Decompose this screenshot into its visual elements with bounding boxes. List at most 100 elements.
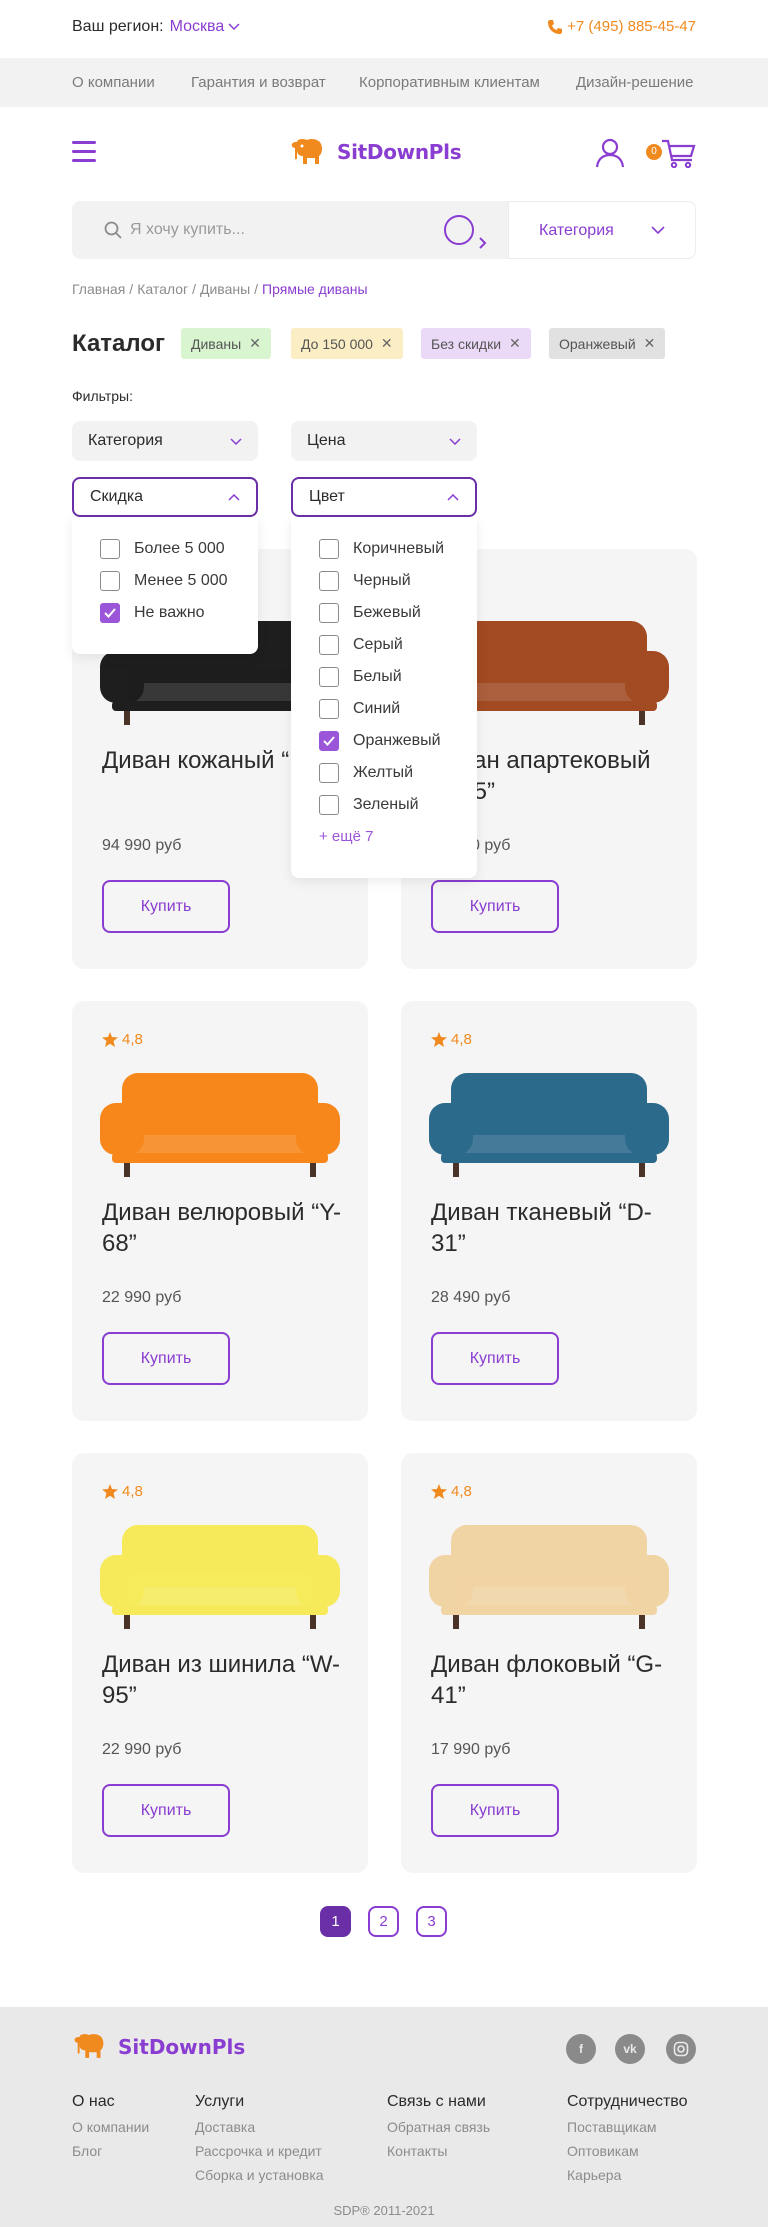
checkbox[interactable] <box>319 635 339 655</box>
phone-link[interactable]: +7 (495) 885-45-47 <box>547 18 696 35</box>
checkbox[interactable] <box>319 731 339 751</box>
search-submit-button[interactable] <box>444 215 487 249</box>
checkbox[interactable] <box>319 539 339 559</box>
footer-column: Услуги Доставка Рассрочка и кредит Сборка и… <box>195 2093 324 2187</box>
buy-button[interactable]: Купить <box>102 880 230 933</box>
filter-option[interactable]: Коричневый <box>319 539 444 559</box>
checkbox[interactable] <box>319 571 339 591</box>
close-icon[interactable]: ✕ <box>249 335 261 352</box>
footer-link[interactable]: Карьера <box>567 2163 688 2187</box>
checkbox[interactable] <box>319 667 339 687</box>
footer-link[interactable]: Рассрочка и кредит <box>195 2139 324 2163</box>
page-button-1[interactable]: 1 <box>320 1906 351 1937</box>
color-options-panel: + ещё 7 Коричневый Черный Бежевый Серый Белы… <box>291 517 477 878</box>
footer-column: Сотрудничество Поставщикам Оптовикам Карьер… <box>567 2093 688 2187</box>
footer-link[interactable]: Сборка и установка <box>195 2163 324 2187</box>
filter-option[interactable]: Менее 5 000 <box>100 571 228 591</box>
product-title[interactable]: Диван флоковый “G-41” <box>431 1649 681 1711</box>
burger-menu-icon[interactable] <box>72 141 96 165</box>
product-title[interactable]: Диван велюровый “Y-68” <box>102 1197 352 1259</box>
footer-link[interactable]: Контакты <box>387 2139 490 2163</box>
breadcrumb-current: Прямые диваны <box>262 281 368 297</box>
region-city[interactable]: Москва <box>170 18 241 36</box>
show-more-colors-link[interactable]: + ещё 7 <box>319 828 373 845</box>
product-card[interactable]: 4,8 Диван велюровый “Y-68” 22 990 руб Купит… <box>72 1001 368 1421</box>
checkbox[interactable] <box>319 763 339 783</box>
filter-option-label: Коричневый <box>353 540 445 557</box>
star-icon <box>431 1484 447 1499</box>
page-button-3[interactable]: 3 <box>416 1906 447 1937</box>
filter-option[interactable]: Оранжевый <box>319 731 441 751</box>
product-title[interactable]: Диван из шинила “W-95” <box>102 1649 352 1711</box>
footer-column-heading: Услуги <box>195 2093 245 2110</box>
close-icon[interactable]: ✕ <box>644 335 656 352</box>
footer-link[interactable]: О компании <box>72 2115 149 2139</box>
footer-link[interactable]: Доставка <box>195 2115 324 2139</box>
facebook-icon[interactable]: f <box>566 2034 596 2064</box>
instagram-icon[interactable] <box>666 2034 696 2064</box>
breadcrumb-catalog[interactable]: Каталог <box>137 281 188 297</box>
checkbox[interactable] <box>100 571 120 591</box>
menu-item-warranty[interactable]: Гарантия и возврат <box>191 74 326 91</box>
filter-option[interactable]: Более 5 000 <box>100 539 225 559</box>
color-filter-select[interactable]: Цвет <box>291 477 477 517</box>
close-icon[interactable]: ✕ <box>381 335 393 352</box>
rating-value: 4,8 <box>451 1031 472 1048</box>
price-filter-select[interactable]: Цена <box>291 421 477 461</box>
filter-option-label: Не важно <box>134 604 205 621</box>
chevron-down-icon <box>230 437 242 445</box>
product-image <box>429 1073 669 1177</box>
footer-link[interactable]: Поставщикам <box>567 2115 688 2139</box>
footer-link[interactable]: Блог <box>72 2139 149 2163</box>
checkbox[interactable] <box>319 699 339 719</box>
page-button-2[interactable]: 2 <box>368 1906 399 1937</box>
filter-option[interactable]: Черный <box>319 571 411 591</box>
filter-option[interactable]: Синий <box>319 699 400 719</box>
filter-chip: До 150 000 ✕ <box>291 328 403 359</box>
discount-filter-select[interactable]: Скидка <box>72 477 258 517</box>
filter-option[interactable]: Серый <box>319 635 403 655</box>
filter-option[interactable]: Не важно <box>100 603 205 623</box>
buy-button[interactable]: Купить <box>102 1784 230 1837</box>
buy-button[interactable]: Купить <box>431 880 559 933</box>
product-image <box>100 1525 340 1629</box>
breadcrumb-home[interactable]: Главная <box>72 281 125 297</box>
filter-chip: Оранжевый ✕ <box>549 328 666 359</box>
menu-item-corporate[interactable]: Корпоративным клиентам <box>359 74 540 91</box>
checkbox[interactable] <box>319 795 339 815</box>
product-card[interactable]: 4,8 Диван из шинила “W-95” 22 990 руб Купит… <box>72 1453 368 1873</box>
cart-button[interactable]: 0 <box>646 138 696 173</box>
region-selector[interactable]: Ваш регион: Москва <box>72 18 240 36</box>
select-label: Цена <box>307 432 346 449</box>
footer-logo[interactable]: SitDownPls <box>72 2033 245 2060</box>
filter-option[interactable]: Бежевый <box>319 603 421 623</box>
menu-item-about[interactable]: О компании <box>72 74 155 91</box>
footer-link[interactable]: Обратная связь <box>387 2115 490 2139</box>
search-category-select[interactable]: Категория <box>508 201 696 259</box>
filter-option[interactable]: Зеленый <box>319 795 419 815</box>
check-icon <box>104 608 116 618</box>
filter-option[interactable]: Белый <box>319 667 402 687</box>
vk-icon[interactable]: vk <box>615 2034 645 2064</box>
product-card[interactable]: 4,8 Диван флоковый “G-41” 17 990 руб Купить <box>401 1453 697 1873</box>
buy-button[interactable]: Купить <box>431 1332 559 1385</box>
breadcrumb-sofas[interactable]: Диваны <box>200 281 250 297</box>
checkbox[interactable] <box>100 603 120 623</box>
footer-column: О нас О компании Блог <box>72 2093 149 2163</box>
checkbox[interactable] <box>319 603 339 623</box>
breadcrumb-separator: / <box>254 281 259 297</box>
logo[interactable]: SitDownPls <box>289 138 462 166</box>
menu-item-design[interactable]: Дизайн-решение <box>576 74 693 91</box>
filter-chip-label: Без скидки <box>431 335 502 352</box>
buy-button[interactable]: Купить <box>102 1332 230 1385</box>
close-icon[interactable]: ✕ <box>509 335 521 352</box>
filter-option[interactable]: Желтый <box>319 763 413 783</box>
product-title[interactable]: Диван тканевый “D-31” <box>431 1197 681 1259</box>
footer-link[interactable]: Оптовикам <box>567 2139 688 2163</box>
user-account-icon[interactable] <box>595 138 625 173</box>
product-card[interactable]: 4,8 Диван тканевый “D-31” 28 490 руб Купить <box>401 1001 697 1421</box>
category-filter-select[interactable]: Категория <box>72 421 258 461</box>
search-input[interactable] <box>130 218 430 242</box>
checkbox[interactable] <box>100 539 120 559</box>
buy-button[interactable]: Купить <box>431 1784 559 1837</box>
